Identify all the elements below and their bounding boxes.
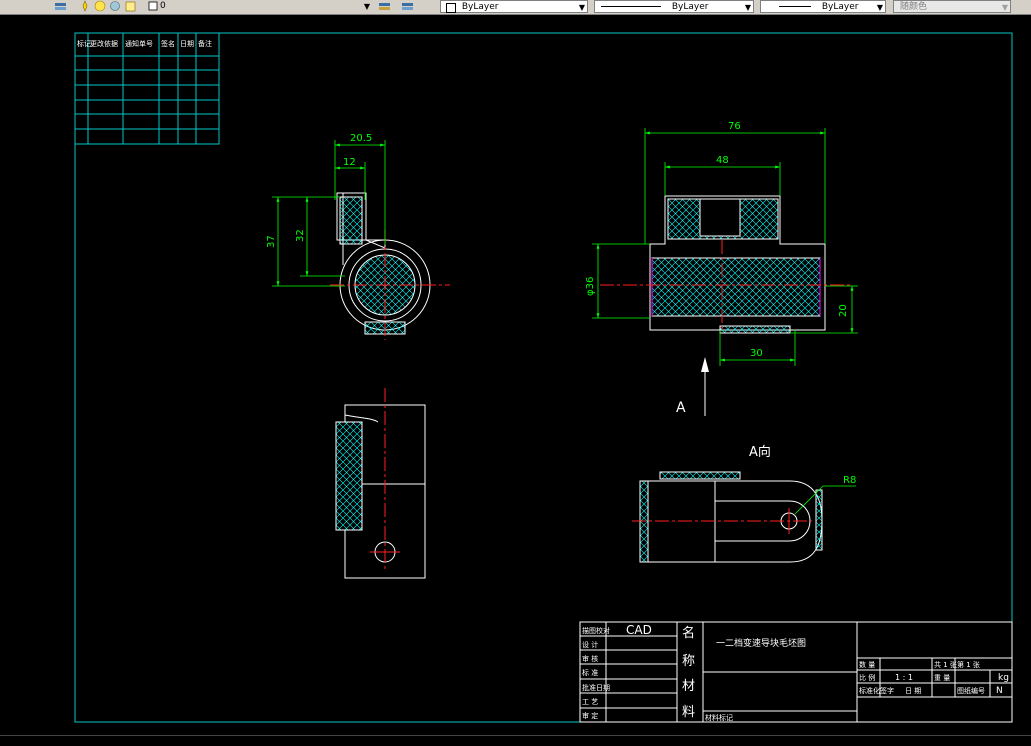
dimension-text: 20 (838, 304, 849, 317)
part-title: 一二档变速导块毛坯图 (716, 637, 806, 649)
dimension-text: 32 (295, 229, 306, 242)
material-note: 材料标记 (705, 713, 733, 722)
table-header: 更改依据 (90, 39, 118, 48)
view-direction-arrow: A (676, 357, 709, 416)
view-a: A向 R8 (632, 444, 856, 563)
scale-value: 1 : 1 (895, 673, 913, 682)
plotstyle-value: 随颜色 (900, 2, 928, 12)
drawing-canvas[interactable]: 标记 更改依据 通知单号 签名 日期 备注 20.5 12 37 32 76 4… (0, 14, 1031, 742)
color-value: ByLayer (461, 2, 499, 12)
drawing-border (74, 32, 1013, 723)
lineweight-control-dropdown[interactable]: ByLayer ▼ (760, 0, 886, 13)
title-block-cell: 数 量 (859, 660, 875, 669)
layer-color-swatch-icon (148, 0, 158, 13)
title-block-label: 描图校对 (582, 626, 610, 635)
layer-states-icon[interactable] (54, 0, 68, 13)
plotstyle-control-dropdown[interactable]: 随颜色 ▼ (893, 0, 1011, 13)
table-header: 签名 (161, 39, 175, 48)
linetype-control-dropdown[interactable]: ByLayer ▼ (594, 0, 754, 13)
dimension-text: 48 (716, 155, 729, 166)
layer-on-icon[interactable] (80, 0, 90, 13)
title-block-cell: 共 1 张 (934, 660, 957, 669)
title-block-cell: 日 期 (905, 687, 921, 695)
sheet-mark: N (996, 686, 1003, 696)
name-label: 名 (682, 625, 695, 641)
revision-table (74, 32, 220, 145)
title-block-cell: 标准化签字 (859, 686, 894, 695)
make-object-layer-current-icon[interactable] (377, 0, 393, 13)
layer-name: 0 (160, 1, 166, 11)
weight-label: 重 量 (934, 674, 950, 682)
layer-lock-icon[interactable] (109, 0, 121, 13)
table-header: 日期 (180, 40, 194, 48)
weight-unit: kg (998, 673, 1009, 683)
lineweight-sample (779, 6, 811, 7)
chevron-down-icon: ▼ (1001, 3, 1008, 12)
material-label: 料 (682, 705, 695, 720)
title-block-cell: 图纸编号 (957, 686, 985, 695)
top-view (335, 388, 426, 579)
dimension-text: 37 (266, 235, 277, 248)
dimension-text: 20.5 (350, 133, 372, 144)
scale-label: 比 例 (859, 673, 875, 682)
dimension-text: 30 (750, 348, 763, 359)
dimension-text: 76 (728, 121, 741, 132)
linetype-value: ByLayer (671, 2, 709, 12)
lineweight-value: ByLayer (821, 2, 859, 12)
title-block-label: 标 准 (582, 668, 598, 677)
view-a-label: A向 (749, 444, 771, 460)
layer-previous-icon[interactable] (400, 0, 416, 13)
layer-plot-icon[interactable] (124, 0, 138, 13)
front-view (330, 192, 450, 340)
layer-freeze-icon[interactable] (94, 0, 106, 13)
chevron-down-icon: ▼ (578, 3, 585, 12)
title-block-cell: 第 1 张 (957, 660, 980, 669)
title-block-label: 批准日期 (582, 683, 610, 692)
title-block (579, 621, 1013, 723)
title-block-label: 审 定 (582, 711, 598, 720)
dimension-text: φ36 (585, 277, 596, 296)
color-control-dropdown[interactable]: ByLayer ▼ (440, 0, 588, 13)
title-block-label: 设 计 (582, 640, 598, 649)
section-view (600, 195, 850, 334)
dimension-text: 12 (343, 157, 356, 168)
chevron-down-icon: ▼ (363, 2, 370, 11)
cad-label: CAD (626, 623, 652, 637)
linetype-sample (601, 6, 661, 7)
chevron-down-icon: ▼ (876, 3, 883, 12)
material-label: 材 (682, 679, 695, 694)
table-header: 标记 (77, 39, 91, 48)
title-block-label: 审 核 (582, 654, 598, 663)
dimension-text: R8 (843, 475, 856, 486)
chevron-down-icon: ▼ (744, 3, 751, 12)
properties-toolbar: 0 ▼ ByLayer ▼ ByLayer ▼ ByLayer ▼ 随颜色 ▼ (0, 0, 1031, 15)
title-block-label: 工 艺 (582, 698, 598, 706)
view-arrow-label: A (676, 400, 686, 416)
table-header: 备注 (198, 39, 212, 48)
table-header: 通知单号 (125, 39, 153, 48)
color-swatch-icon (446, 3, 456, 13)
name-label: 称 (682, 654, 695, 669)
layer-dropdown[interactable]: 0 ▼ (158, 0, 372, 13)
